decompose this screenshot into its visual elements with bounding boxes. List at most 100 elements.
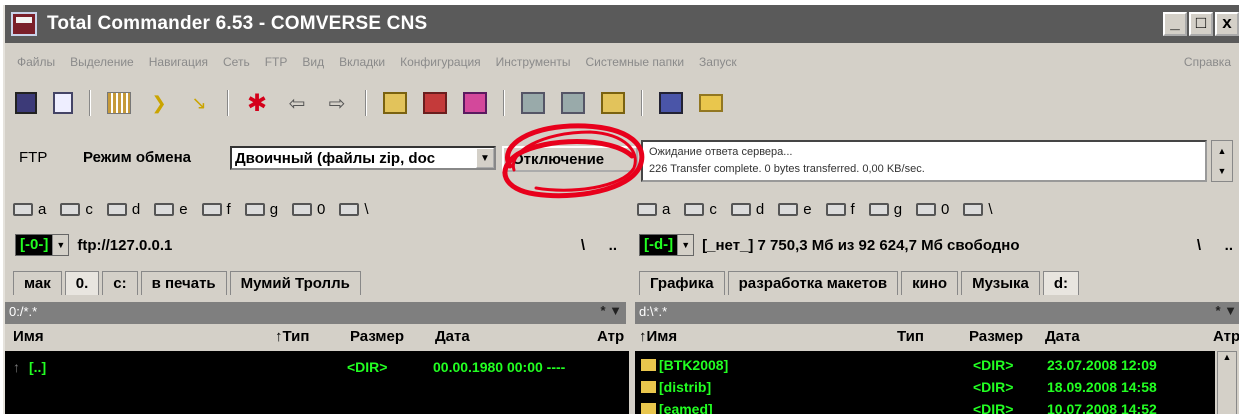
tab-print[interactable]: в печать [140, 271, 227, 295]
drive-f-button[interactable]: f [201, 201, 231, 218]
menu-files[interactable]: Файлы [17, 55, 55, 69]
log-scrollbar[interactable]: ▲ ▼ [1211, 140, 1233, 182]
tab-d[interactable]: d: [1042, 271, 1080, 295]
table-row[interactable]: ↑ [..] <DIR> 00.00.1980 00:00 ---- [5, 359, 629, 379]
menu-tabs[interactable]: Вкладки [339, 55, 385, 69]
menu-view[interactable]: Вид [302, 55, 324, 69]
arrow-left-icon[interactable]: ⇦ [285, 92, 309, 115]
tab-mumiy-troll[interactable]: Мумий Тролль [229, 271, 361, 295]
column-date[interactable]: Дата [1045, 328, 1080, 345]
drive-a-button[interactable]: a [13, 201, 46, 218]
grid-icon[interactable] [107, 92, 131, 114]
cdrom-icon [201, 202, 222, 216]
log-line: Ожидание ответа сервера... [649, 146, 793, 158]
menu-navigation[interactable]: Навигация [149, 55, 208, 69]
floppy-icon[interactable] [15, 92, 37, 114]
table-row[interactable]: [eamed] <DIR> 10.07.2008 14:52 [635, 401, 1215, 414]
left-root-button[interactable]: \ [581, 237, 585, 254]
tab-mak[interactable]: мак [13, 271, 62, 295]
right-column-header: ↑Имя Тип Размер Дата Атр [635, 327, 1239, 349]
menu-help[interactable]: Справка [1184, 55, 1231, 69]
drive-f-button[interactable]: f [825, 201, 855, 218]
arrow-right-icon[interactable]: ⇨ [325, 92, 349, 115]
menu-system-folders[interactable]: Системные папки [586, 55, 685, 69]
drive-c-button[interactable]: c [60, 201, 93, 218]
drive-g-button[interactable]: g [868, 201, 902, 218]
cdrom-icon [778, 202, 799, 216]
drive-a-button[interactable]: a [637, 201, 670, 218]
menu-tools[interactable]: Инструменты [496, 55, 571, 69]
tab-grafika[interactable]: Графика [639, 271, 725, 295]
title-bar[interactable]: Total Commander 6.53 - COMVERSE CNS _ □ … [5, 5, 1239, 43]
column-attr[interactable]: Атр [597, 328, 624, 345]
left-drive-select[interactable]: [-0-] ▼ [15, 234, 70, 256]
disconnect-button[interactable]: Отключение [502, 146, 638, 172]
ftp-icon[interactable] [659, 92, 683, 114]
column-attr[interactable]: Атр [1213, 328, 1239, 345]
drive-d-button[interactable]: d [730, 201, 764, 218]
column-name[interactable]: Имя [13, 328, 44, 345]
chevron-down-icon[interactable]: ▼ [677, 235, 694, 255]
right-file-list[interactable]: [BTK2008] <DIR> 23.07.2008 12:09 [distri… [635, 351, 1215, 414]
column-size[interactable]: Размер [350, 328, 404, 345]
tab-mockups[interactable]: разработка макетов [727, 271, 899, 295]
maximize-button[interactable]: □ [1189, 12, 1213, 36]
tab-kino[interactable]: кино [901, 271, 959, 295]
drive-e-button[interactable]: e [778, 201, 812, 218]
drive-e-button[interactable]: e [154, 201, 188, 218]
tab-c[interactable]: c: [102, 271, 138, 295]
tools-icon[interactable] [561, 92, 585, 114]
right-drive-select[interactable]: [-d-] ▼ [639, 234, 695, 256]
right-filter-buttons[interactable]: * ▼ [1215, 303, 1237, 318]
package-icon[interactable] [383, 92, 407, 114]
drive-c-button[interactable]: c [684, 201, 717, 218]
document-icon[interactable] [53, 92, 73, 114]
right-up-button[interactable]: .. [1225, 237, 1233, 254]
tab-music[interactable]: Музыка [961, 271, 1040, 295]
minimize-button[interactable]: _ [1163, 12, 1187, 36]
drive-0-button[interactable]: 0 [916, 201, 949, 218]
ftp-log[interactable]: Ожидание ответа сервера... 226 Transfer … [641, 140, 1207, 182]
chevron-down-icon[interactable]: ▼ [52, 235, 69, 255]
copy-icon[interactable] [521, 92, 545, 114]
drive-icon [637, 202, 657, 216]
chevron-down-icon[interactable]: ▼ [476, 148, 494, 168]
menu-network[interactable]: Сеть [223, 55, 250, 69]
right-scrollbar[interactable]: ▲ [1217, 351, 1237, 414]
window-controls: _ □ x [1163, 12, 1239, 36]
log-line: 226 Transfer complete. 0 bytes transferr… [649, 163, 925, 175]
table-row[interactable]: [distrib] <DIR> 18.09.2008 14:58 [635, 379, 1215, 399]
menu-launch[interactable]: Запуск [699, 55, 737, 69]
network-icon[interactable] [601, 92, 625, 114]
toolbar-separator [227, 90, 229, 116]
menu-configuration[interactable]: Конфигурация [400, 55, 481, 69]
left-filter-buttons[interactable]: * ▼ [600, 303, 622, 318]
drive-0-button[interactable]: 0 [292, 201, 325, 218]
drive-g-button[interactable]: g [244, 201, 278, 218]
column-size[interactable]: Размер [969, 328, 1023, 345]
drive-d-button[interactable]: d [106, 201, 140, 218]
network-drive-button[interactable]: \ [339, 201, 369, 218]
network-drive-button[interactable]: \ [963, 201, 993, 218]
menu-ftp[interactable]: FTP [265, 55, 288, 69]
transfer-mode-select[interactable]: Двоичный (файлы zip, doc ▼ [230, 146, 496, 170]
left-up-button[interactable]: .. [609, 237, 617, 254]
table-row[interactable]: [BTK2008] <DIR> 23.07.2008 12:09 [635, 357, 1215, 377]
column-name[interactable]: ↑Имя [639, 328, 677, 345]
star-icon[interactable]: ✱ [245, 90, 269, 117]
sync-icon[interactable] [463, 92, 487, 114]
column-type[interactable]: Тип [897, 328, 924, 345]
close-button[interactable]: x [1215, 12, 1239, 36]
left-file-list[interactable]: ↑ [..] <DIR> 00.00.1980 00:00 ---- [5, 351, 629, 414]
tab-0[interactable]: 0. [64, 271, 100, 295]
folder-icon[interactable] [699, 94, 723, 112]
folder-icon [641, 401, 659, 414]
right-root-button[interactable]: \ [1197, 237, 1201, 254]
file-icon[interactable]: ❯ [147, 92, 171, 114]
file-icon[interactable]: ↘ [187, 92, 211, 114]
compare-icon[interactable] [423, 92, 447, 114]
menu-selection[interactable]: Выделение [70, 55, 134, 69]
window-title: Total Commander 6.53 - COMVERSE CNS [47, 13, 428, 34]
column-type[interactable]: ↑Тип [275, 328, 309, 345]
column-date[interactable]: Дата [435, 328, 470, 345]
